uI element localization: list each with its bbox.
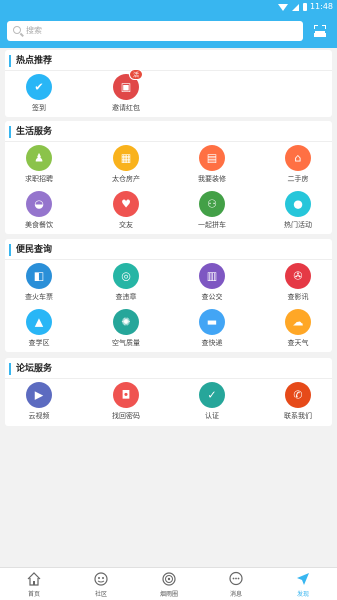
section-forum: 论坛服务 ▶ 云视频 ◘ 找回密码 ✓ 认证 ✆ 联系我们 [5,358,332,426]
section-title: 生活服务 [9,126,52,138]
home-icon [26,571,42,587]
grid-item-checkin[interactable]: ✔ 签到 [9,74,69,113]
weather-icon: ☁ [285,309,311,335]
grid-item-violation[interactable]: ◎ 查违章 [96,263,156,302]
checkin-icon: ✔ [26,74,52,100]
food-bowl-icon: ◒ [26,191,52,217]
section-hot: 热点推荐 ✔ 签到 ▣ 活 邀请红包 [5,50,332,117]
search-icon [13,26,21,34]
tab-circle[interactable]: 烟雨圈 [149,571,189,598]
grid-item-carpool[interactable]: ⚇ 一起拼车 [182,191,242,230]
grid-item-express[interactable]: ▬ 查快递 [182,309,242,348]
community-icon [93,571,109,587]
grid-item-contact[interactable]: ✆ 联系我们 [268,382,328,421]
grid-item-renovation[interactable]: ▤ 我要装修 [182,145,242,184]
tab-community[interactable]: 社区 [81,571,121,598]
section-title: 便民查询 [9,244,52,256]
signal-icon [292,3,299,11]
section-title: 热点推荐 [9,55,52,67]
status-time: 11:48 [309,2,333,11]
grid-item-bus[interactable]: ▥ 查公交 [182,263,242,302]
header: 搜索 [0,14,337,48]
lock-icon: ◘ [113,382,139,408]
wifi-icon [278,3,288,11]
section-title: 论坛服务 [9,363,52,375]
tab-home[interactable]: 首页 [14,571,54,598]
building-icon: ▦ [113,145,139,171]
delivery-truck-icon: ▬ [199,309,225,335]
grid-item-red-envelope[interactable]: ▣ 活 邀请红包 [96,69,156,113]
discover-icon [295,571,311,587]
grid-item-food[interactable]: ◒ 美食餐饮 [9,191,69,230]
scan-icon[interactable] [314,25,326,37]
battery-icon [303,3,307,11]
paint-roller-icon: ▤ [199,145,225,171]
house-icon: ⌂ [285,145,311,171]
tab-messages[interactable]: 消息 [216,571,256,598]
grid-item-password[interactable]: ◘ 找回密码 [96,382,156,421]
tab-bar: 首页 社区 烟雨圈 消息 发现 [0,567,337,600]
search-input[interactable]: 搜索 [7,21,303,41]
section-query: 便民查询 ◧ 查火车票 ◎ 查违章 ▥ 查公交 ✇ 查影讯 ▲ 查学区 ✺ 空气… [5,239,332,352]
balloons-icon: ● [285,191,311,217]
grid-item-air[interactable]: ✺ 空气质量 [96,309,156,348]
grid-item-secondhand-house[interactable]: ⌂ 二手房 [268,145,328,184]
grid-item-property[interactable]: ▦ 太仓房产 [96,145,156,184]
bus-icon: ▥ [199,263,225,289]
grid-item-weather[interactable]: ☁ 查天气 [268,309,328,348]
carpool-icon: ⚇ [199,191,225,217]
grid-item-events[interactable]: ● 热门活动 [268,191,328,230]
tab-discover[interactable]: 发现 [283,571,323,598]
grid-item-movies[interactable]: ✇ 查影讯 [268,263,328,302]
heart-icon: ♥ [113,191,139,217]
job-seeker-icon: ♟ [26,145,52,171]
section-life: 生活服务 ♟ 求职招聘 ▦ 太仓房产 ▤ 我要装修 ⌂ 二手房 ◒ 美食餐饮 ♥… [5,121,332,234]
message-icon [228,571,244,587]
grid-item-train[interactable]: ◧ 查火车票 [9,263,69,302]
circle-icon [161,571,177,587]
shield-check-icon: ✓ [199,382,225,408]
grid-item-job[interactable]: ♟ 求职招聘 [9,145,69,184]
badge: 活 [129,69,143,80]
search-placeholder: 搜索 [26,26,42,35]
grid-item-school[interactable]: ▲ 查学区 [9,309,69,348]
red-envelope-icon: ▣ 活 [113,69,143,100]
grid-item-verify[interactable]: ✓ 认证 [182,382,242,421]
grid-item-video[interactable]: ▶ 云视频 [9,382,69,421]
film-reel-icon: ✇ [285,263,311,289]
grid-item-dating[interactable]: ♥ 交友 [96,191,156,230]
violation-search-icon: ◎ [113,263,139,289]
train-icon: ◧ [26,263,52,289]
air-quality-icon: ✺ [113,309,139,335]
phone-chat-icon: ✆ [285,382,311,408]
status-bar: 11:48 [0,0,337,14]
video-play-icon: ▶ [26,382,52,408]
graduation-cap-icon: ▲ [26,309,52,335]
